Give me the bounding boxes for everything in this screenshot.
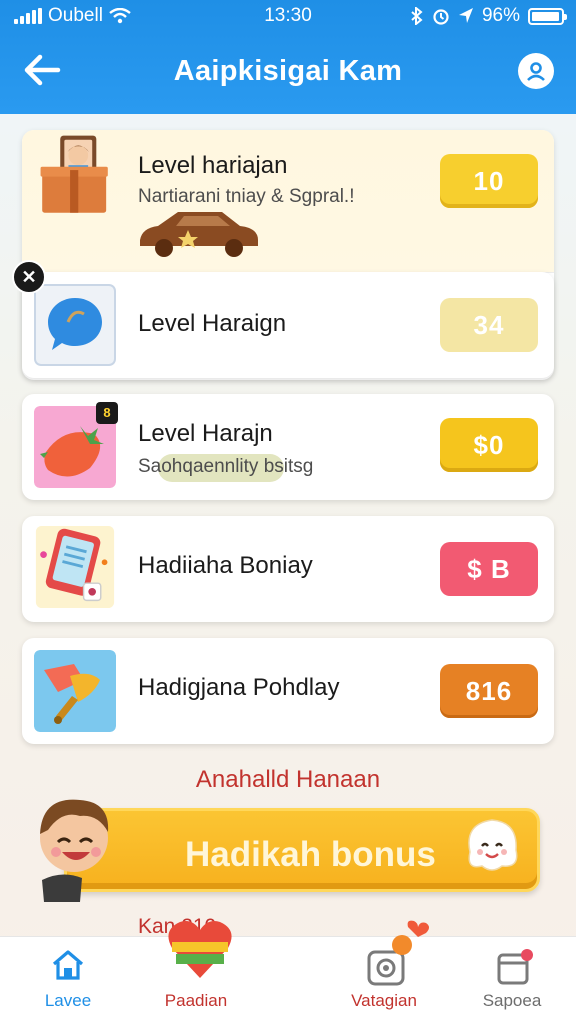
reward-card[interactable]: Hadiiaha Boniay $ B [22, 516, 554, 622]
mascot-boy-icon [40, 799, 109, 902]
nav-tab-vatagian[interactable]: Vatagian [324, 920, 444, 1024]
reward-value-button[interactable]: 34 [440, 298, 538, 352]
heart-gift-icon [168, 921, 232, 978]
home-icon [52, 950, 84, 980]
tablet-coupon-icon [35, 526, 115, 608]
nav-label: Vatagian [351, 991, 417, 1010]
reward-card[interactable]: 8 Level Harajn Saohqaennlity bsitsg $0 [22, 394, 554, 500]
battery-percent: 96% [481, 5, 520, 26]
reward-title: Level hariajan [138, 152, 288, 179]
user-icon [527, 62, 545, 81]
toy-car-icon [140, 212, 258, 257]
reward-list: Level hariajan Nartiarani tniay & Sgpral… [12, 130, 554, 760]
location-icon [458, 8, 473, 23]
calendar-icon [497, 949, 533, 985]
bonus-button-label: Hadikah bonus [185, 835, 436, 874]
reward-title: Hadiiaha Boniay [138, 552, 313, 579]
reward-title: Level Harajn [138, 420, 273, 447]
reward-value-button[interactable]: $ B [440, 542, 538, 596]
reward-title: Hadigjana Pohdlay [138, 674, 340, 701]
nav-tab-home[interactable]: Lavee [8, 937, 128, 1024]
heart-badge-icon [392, 920, 429, 955]
profile-button[interactable] [518, 53, 554, 89]
level-badge: 8 [96, 402, 118, 424]
reward-title: Level Haraign [138, 310, 287, 337]
nav-tab-sapoea[interactable]: Sapoea [452, 937, 572, 1024]
bonus-area: Hadikah bonus [22, 799, 554, 902]
reward-subtitle: Saohqaennlity bsitsg [138, 456, 314, 477]
reward-subtitle: Nartiarani tniay & Sgpral.! [138, 186, 355, 207]
reward-value-button[interactable]: 10 [440, 154, 538, 208]
gift-box-avatar-icon [40, 135, 108, 213]
status-bar: Oubell 13:30 96% [0, 0, 576, 34]
reward-card[interactable]: Level Haraign 34 [22, 272, 554, 378]
top-bar: Oubell 13:30 96% Aaipkisigai Kam [0, 0, 576, 114]
chat-bubble-icon [34, 284, 116, 366]
reward-value-button[interactable]: 816 [440, 664, 538, 718]
nav-label: Paadian [164, 991, 228, 1010]
battery-icon [528, 7, 567, 25]
horn-icon [34, 650, 116, 732]
reward-value-button[interactable]: $0 [440, 418, 538, 472]
alarm-icon [433, 9, 449, 25]
close-icon[interactable]: ✕ [12, 260, 46, 294]
bluetooth-icon [411, 7, 423, 25]
reward-card[interactable]: Hadigjana Pohdlay 816 [22, 638, 554, 744]
ghost-mascot-icon [468, 819, 518, 871]
bottom-nav: Lavee Paadian Vatagian Sapoea [0, 920, 576, 1024]
page-title: Aaipkisigai Kam [173, 55, 403, 87]
nav-label: Lavee [44, 991, 92, 1010]
nav-label: Sapoea [482, 991, 542, 1010]
